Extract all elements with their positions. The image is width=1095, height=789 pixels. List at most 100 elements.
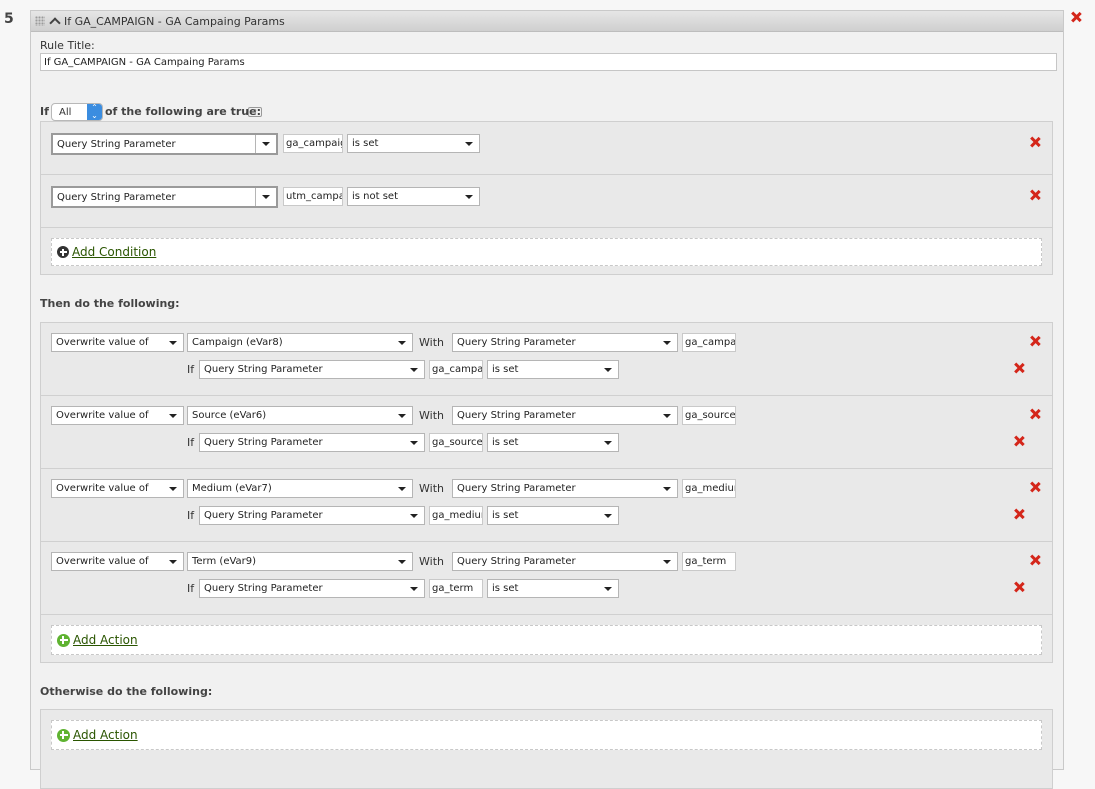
action-condition-operator-select[interactable]: is set — [487, 579, 619, 598]
caret-down-icon — [465, 142, 473, 146]
condition-operator-select[interactable]: is not set — [347, 187, 480, 206]
caret-down-icon — [663, 341, 671, 345]
remove-action-condition-icon[interactable] — [1013, 435, 1025, 447]
action-source-param-input[interactable]: ga_source — [682, 406, 736, 425]
action-variable-select[interactable]: Term (eVar9) — [187, 552, 413, 571]
action-source-param-input[interactable]: ga_campaign — [682, 333, 736, 352]
caret-down-icon — [169, 560, 177, 564]
action-type-select[interactable]: Overwrite value of — [51, 479, 184, 498]
remove-action-icon[interactable] — [1029, 408, 1041, 420]
remove-action-condition-icon[interactable] — [1013, 362, 1025, 374]
help-icon[interactable]: ? — [248, 107, 262, 117]
caret-down-icon — [410, 368, 418, 372]
condition-param-input[interactable]: utm_campaign — [283, 187, 343, 206]
add-action-box: Add Action — [51, 625, 1042, 655]
action-row: Overwrite value of Term (eVar9) With Que… — [41, 542, 1052, 615]
caret-down-icon — [604, 368, 612, 372]
add-action-icon[interactable] — [57, 633, 70, 647]
remove-action-icon[interactable] — [1029, 554, 1041, 566]
caret-down-icon — [663, 414, 671, 418]
action-condition-operator-select[interactable]: is set — [487, 360, 619, 379]
action-condition-param-input[interactable]: ga_medium — [429, 506, 483, 525]
action-source-param-input[interactable]: ga_term — [682, 552, 736, 571]
remove-condition-icon[interactable] — [1029, 136, 1041, 148]
rule-header[interactable]: If GA_CAMPAIGN - GA Campaing Params — [31, 11, 1063, 32]
rule-title-input[interactable] — [40, 53, 1057, 71]
conditions-if-label: If — [40, 105, 49, 118]
rule-number: 5 — [4, 11, 14, 27]
action-source-select[interactable]: Query String Parameter — [452, 406, 678, 425]
caret-down-icon — [169, 414, 177, 418]
action-row: Overwrite value of Campaign (eVar8) With… — [41, 323, 1052, 396]
action-condition-operator-select[interactable]: is set — [487, 506, 619, 525]
match-all-value: All — [59, 106, 72, 118]
action-condition-type-select[interactable]: Query String Parameter — [199, 579, 425, 598]
action-type-select[interactable]: Overwrite value of — [51, 406, 184, 425]
action-condition-param-input[interactable]: ga_campaign — [429, 360, 483, 379]
caret-down-icon — [398, 341, 406, 345]
stepper-icon: ⌃ ⌄ — [87, 104, 102, 120]
action-variable-select[interactable]: Medium (eVar7) — [187, 479, 413, 498]
caret-down-icon — [398, 414, 406, 418]
then-actions-group: Overwrite value of Campaign (eVar8) With… — [40, 322, 1053, 663]
action-condition-type-select[interactable]: Query String Parameter — [199, 360, 425, 379]
action-if-label: If — [187, 582, 195, 595]
remove-action-icon[interactable] — [1029, 335, 1041, 347]
add-condition-box: Add Condition — [51, 238, 1042, 266]
action-source-select[interactable]: Query String Parameter — [452, 479, 678, 498]
with-label: With — [419, 336, 444, 349]
conditions-group: Query String Parameter ga_campaign is se… — [40, 121, 1053, 275]
condition-row: Query String Parameter utm_campaign is n… — [41, 175, 1052, 228]
caret-down-icon — [663, 560, 671, 564]
action-source-select[interactable]: Query String Parameter — [452, 333, 678, 352]
add-condition-icon[interactable] — [57, 246, 69, 258]
action-variable-select[interactable]: Source (eVar6) — [187, 406, 413, 425]
caret-down-icon — [262, 142, 270, 146]
action-condition-type-select[interactable]: Query String Parameter — [199, 506, 425, 525]
add-condition-link[interactable]: Add Condition — [72, 245, 156, 259]
conditions-suffix-label: of the following are true: — [105, 105, 261, 118]
action-type-select[interactable]: Overwrite value of — [51, 552, 184, 571]
action-condition-type-select[interactable]: Query String Parameter — [199, 433, 425, 452]
action-type-select[interactable]: Overwrite value of — [51, 333, 184, 352]
condition-operator-select[interactable]: is set — [347, 134, 480, 153]
with-label: With — [419, 555, 444, 568]
action-condition-operator-select[interactable]: is set — [487, 433, 619, 452]
condition-type-select[interactable]: Query String Parameter — [51, 133, 278, 155]
caret-down-icon — [410, 441, 418, 445]
action-source-select[interactable]: Query String Parameter — [452, 552, 678, 571]
match-all-select[interactable]: All ⌃ ⌄ — [51, 103, 103, 121]
caret-down-icon — [604, 587, 612, 591]
caret-down-icon — [663, 487, 671, 491]
caret-down-icon — [262, 195, 270, 199]
action-condition-param-input[interactable]: ga_term — [429, 579, 483, 598]
add-action-link[interactable]: Add Action — [73, 633, 138, 647]
caret-down-icon — [410, 587, 418, 591]
chevron-up-icon[interactable] — [49, 17, 61, 29]
with-label: With — [419, 409, 444, 422]
remove-action-condition-icon[interactable] — [1013, 508, 1025, 520]
add-action-icon[interactable] — [57, 728, 70, 742]
otherwise-actions-group: Add Action — [40, 709, 1053, 789]
with-label: With — [419, 482, 444, 495]
rule-header-title: If GA_CAMPAIGN - GA Campaing Params — [64, 14, 285, 28]
condition-param-input[interactable]: ga_campaign — [283, 134, 343, 153]
rule-card: If GA_CAMPAIGN - GA Campaing Params Rule… — [30, 10, 1064, 789]
condition-row: Query String Parameter ga_campaign is se… — [41, 122, 1052, 175]
action-variable-select[interactable]: Campaign (eVar8) — [187, 333, 413, 352]
otherwise-add-action-link[interactable]: Add Action — [73, 728, 138, 742]
action-if-label: If — [187, 509, 195, 522]
action-if-label: If — [187, 436, 195, 449]
action-source-param-input[interactable]: ga_medium — [682, 479, 736, 498]
then-heading: Then do the following: — [40, 297, 180, 310]
remove-rule-icon[interactable] — [1070, 11, 1082, 23]
condition-type-select[interactable]: Query String Parameter — [51, 186, 278, 208]
remove-action-icon[interactable] — [1029, 481, 1041, 493]
remove-condition-icon[interactable] — [1029, 189, 1041, 201]
caret-down-icon — [398, 487, 406, 491]
action-condition-param-input[interactable]: ga_source — [429, 433, 483, 452]
caret-down-icon — [410, 514, 418, 518]
remove-action-condition-icon[interactable] — [1013, 581, 1025, 593]
drag-handle-icon[interactable] — [35, 16, 45, 26]
otherwise-heading: Otherwise do the following: — [40, 685, 213, 698]
